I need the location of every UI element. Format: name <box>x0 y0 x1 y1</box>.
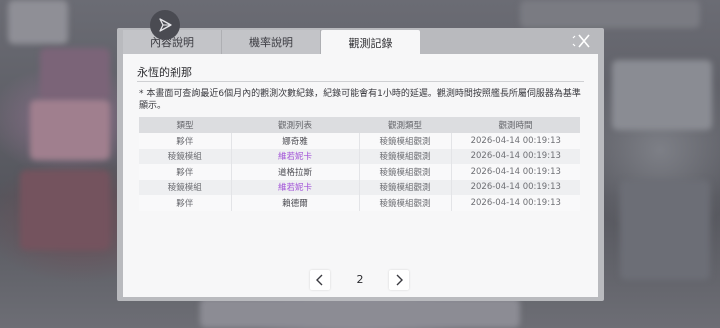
table-row: 稜鏡模組 維若妮卡 稜鏡模組觀測 2026-04-14 00:19:13 <box>139 148 580 164</box>
notice-text: * 本畫面可查詢最近6個月內的觀測次數紀錄，紀錄可能會有1小時的延遲。觀測時間按… <box>139 89 581 111</box>
cell-type: 稜鏡模組 <box>139 179 232 195</box>
cell-type: 夥伴 <box>139 164 232 180</box>
cell-obs-type: 稜鏡模組觀測 <box>359 179 452 195</box>
next-page-button[interactable] <box>389 270 409 290</box>
cell-obs-type: 稜鏡模組觀測 <box>359 164 452 180</box>
cell-type: 夥伴 <box>139 195 232 211</box>
cell-time: 2026-04-14 00:19:13 <box>451 148 580 164</box>
table-row: 夥伴 娜奇雅 稜鏡模組觀測 2026-04-14 00:19:13 <box>139 133 580 149</box>
cell-name: 維若妮卡 <box>231 148 360 164</box>
cell-time: 2026-04-14 00:19:13 <box>451 179 580 195</box>
cell-time: 2026-04-14 00:19:13 <box>451 133 580 149</box>
current-page-number: 2 <box>356 273 364 286</box>
table-row: 夥伴 賴德爾 稜鏡模組觀測 2026-04-14 00:19:13 <box>139 195 580 211</box>
observation-dialog: 內容說明 機率說明 觀測記錄 永恆的剎那 * 本畫面可查詢最近6個月內的觀測次數… <box>117 28 604 301</box>
cell-name: 道格拉斯 <box>231 164 360 180</box>
table-header-row: 類型 觀測列表 觀測類型 觀測時間 <box>139 117 580 133</box>
panel-title: 永恆的剎那 <box>137 66 192 79</box>
record-table: 類型 觀測列表 觀測類型 觀測時間 夥伴 娜奇雅 稜鏡模組觀測 2026-04-… <box>139 117 580 211</box>
table-row: 夥伴 道格拉斯 稜鏡模組觀測 2026-04-14 00:19:13 <box>139 164 580 180</box>
cell-time: 2026-04-14 00:19:13 <box>451 195 580 211</box>
cell-name: 賴德爾 <box>231 195 360 211</box>
tab-probability-info[interactable]: 機率說明 <box>222 30 321 54</box>
cell-obs-type: 稜鏡模組觀測 <box>359 133 452 149</box>
chevron-right-icon <box>396 274 403 286</box>
cell-type: 稜鏡模組 <box>139 148 232 164</box>
cell-time: 2026-04-14 00:19:13 <box>451 164 580 180</box>
header-obs-type: 觀測類型 <box>359 117 451 133</box>
cell-obs-type: 稜鏡模組觀測 <box>359 148 452 164</box>
record-panel: 永恆的剎那 * 本畫面可查詢最近6個月內的觀測次數紀錄，紀錄可能會有1小時的延遲… <box>123 54 598 297</box>
title-divider <box>137 81 584 82</box>
header-type: 類型 <box>139 117 231 133</box>
tab-observation-record[interactable]: 觀測記錄 <box>321 30 420 56</box>
play-icon[interactable] <box>150 10 180 40</box>
cell-type: 夥伴 <box>139 133 232 149</box>
chevron-left-icon <box>316 274 323 286</box>
header-list: 觀測列表 <box>231 117 359 133</box>
prev-page-button[interactable] <box>310 270 330 290</box>
close-icon <box>572 34 590 48</box>
cell-name: 娜奇雅 <box>231 133 360 149</box>
cell-obs-type: 稜鏡模組觀測 <box>359 195 452 211</box>
table-row: 稜鏡模組 維若妮卡 稜鏡模組觀測 2026-04-14 00:19:13 <box>139 179 580 195</box>
cell-name: 維若妮卡 <box>231 179 360 195</box>
header-obs-time: 觀測時間 <box>451 117 580 133</box>
close-button[interactable] <box>572 32 594 50</box>
pagination: 2 <box>123 270 598 292</box>
